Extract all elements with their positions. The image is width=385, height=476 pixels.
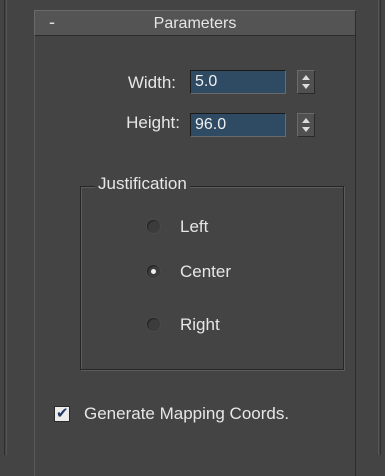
panel-edge-left bbox=[4, 0, 5, 455]
spinner-down-icon[interactable] bbox=[302, 127, 310, 132]
spinner-down-icon[interactable] bbox=[302, 84, 310, 89]
width-input[interactable] bbox=[190, 70, 286, 94]
radio-left-label: Left bbox=[180, 217, 209, 236]
width-spinner[interactable] bbox=[297, 70, 315, 94]
panel-edge-right-highlight bbox=[378, 0, 379, 455]
checkbox[interactable]: ✔ bbox=[54, 404, 70, 422]
generate-mapping-coords-label: Generate Mapping Coords. bbox=[84, 404, 290, 423]
rollout-title: Parameters bbox=[153, 15, 237, 32]
radio-icon[interactable] bbox=[147, 265, 160, 278]
radio-icon[interactable] bbox=[147, 220, 160, 233]
width-label: Width: bbox=[127, 73, 176, 92]
command-panel: - Parameters Width: Height: Justificatio… bbox=[0, 0, 385, 476]
justification-group-title: Justification bbox=[95, 174, 190, 194]
spinner-up-icon[interactable] bbox=[302, 75, 310, 80]
radio-icon[interactable] bbox=[147, 318, 160, 331]
panel-edge-right bbox=[380, 0, 381, 455]
panel-edge-left-highlight bbox=[6, 0, 7, 455]
height-input[interactable] bbox=[190, 113, 286, 137]
radio-center-label: Center bbox=[180, 262, 232, 281]
parameters-rollout-header[interactable]: - Parameters bbox=[34, 10, 356, 36]
height-label: Height: bbox=[126, 113, 180, 132]
height-spinner[interactable] bbox=[297, 113, 315, 137]
checkmark-icon: ✔ bbox=[56, 404, 69, 422]
radio-right-label: Right bbox=[180, 315, 220, 334]
spinner-up-icon[interactable] bbox=[302, 118, 310, 123]
